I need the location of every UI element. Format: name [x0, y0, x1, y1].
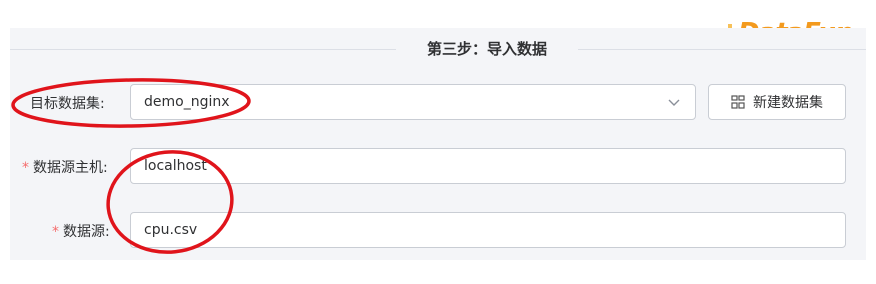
- step-title: 第三步：导入数据: [426, 40, 547, 58]
- dataset-label: 目标数据集:: [30, 96, 105, 112]
- divider-left: [10, 49, 396, 50]
- source-input[interactable]: cpu.csv: [130, 212, 846, 248]
- host-value: localhost: [144, 158, 207, 174]
- host-input[interactable]: localhost: [130, 148, 846, 184]
- chevron-down-icon[interactable]: [667, 95, 681, 109]
- required-mark: *: [22, 160, 29, 176]
- import-data-screen: DataFun. 第三步：导入数据 目标数据集: demo_nginx 新建数据…: [0, 0, 876, 284]
- source-label-group: * 数据源:: [52, 221, 110, 241]
- source-value: cpu.csv: [144, 222, 198, 238]
- source-label: 数据源:: [63, 224, 110, 240]
- new-dataset-button[interactable]: 新建数据集: [708, 84, 846, 120]
- host-label-group: * 数据源主机:: [22, 157, 108, 177]
- host-label: 数据源主机:: [33, 160, 108, 176]
- divider-right: [578, 49, 866, 50]
- new-dataset-label: 新建数据集: [753, 95, 823, 111]
- dataset-value: demo_nginx: [144, 94, 230, 110]
- dataset-select[interactable]: demo_nginx: [130, 84, 696, 120]
- grid-icon: [731, 95, 745, 109]
- required-mark: *: [52, 224, 59, 240]
